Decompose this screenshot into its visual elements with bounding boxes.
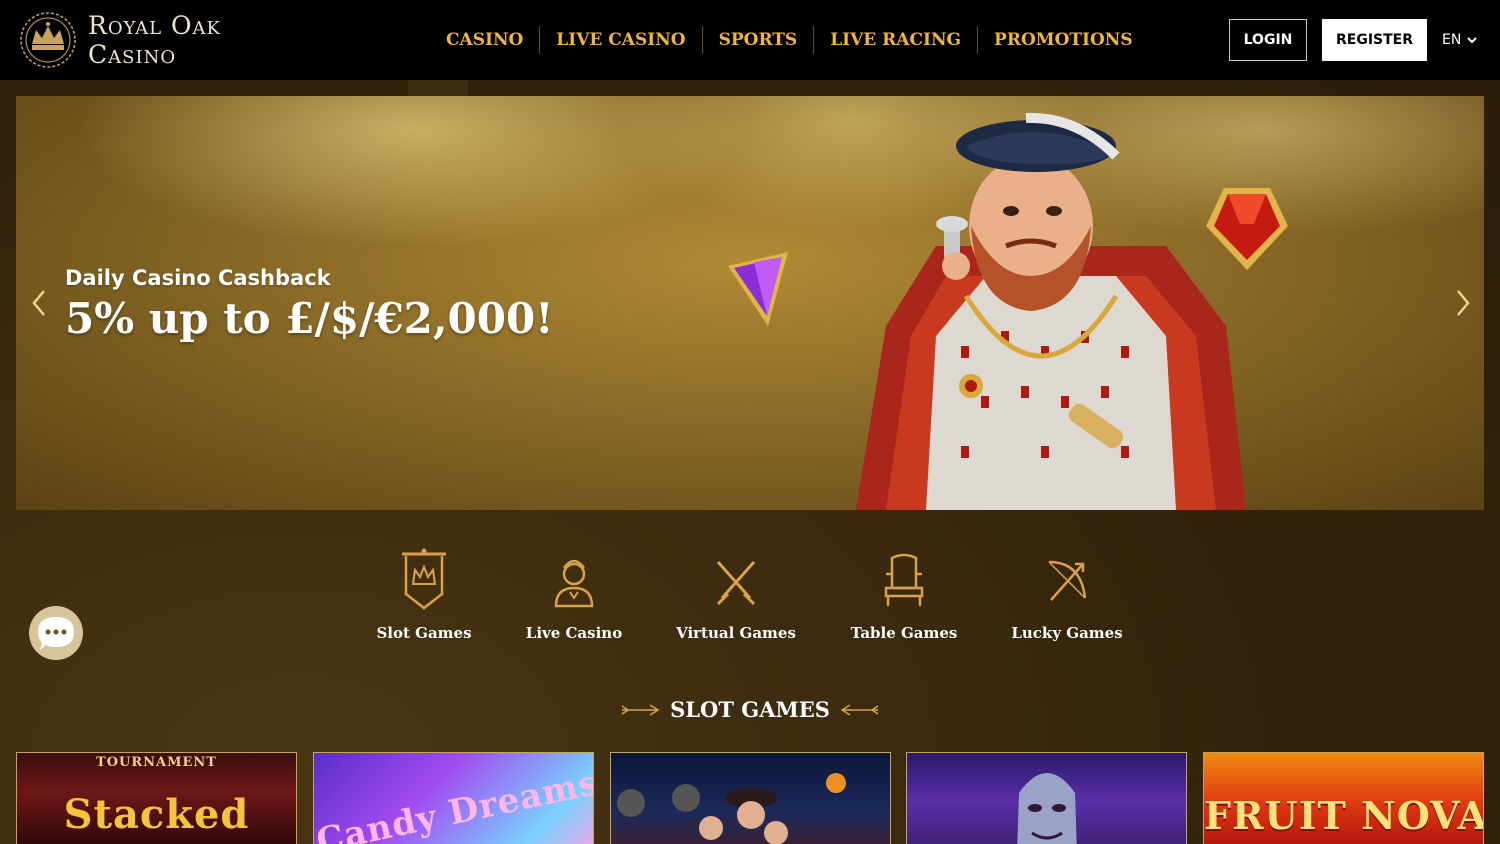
logo-line-1: Royal Oak — [88, 11, 221, 40]
tournament-tag: TOURNAMENT — [96, 755, 217, 770]
banner-crown-icon — [402, 548, 446, 610]
circus-performers-image — [617, 773, 846, 844]
top-header: Royal Oak Casino CASINO LIVE CASINO SPOR… — [0, 0, 1500, 80]
logo-text: Royal Oak Casino — [88, 11, 221, 69]
category-label: Slot Games — [376, 624, 472, 642]
game-tile-stacked[interactable]: TOURNAMENT Stacked — [16, 752, 297, 844]
game-categories: Slot Games Live Casino Virtual Games Tab… — [0, 548, 1500, 658]
login-button[interactable]: LOGIN — [1229, 19, 1307, 61]
logo-line-2: Casino — [88, 40, 177, 69]
king-character-image — [856, 112, 1246, 510]
game-title: FRUIT NOVA — [1204, 793, 1484, 838]
game-tile-candy-dreams[interactable]: Candy Dreams — [313, 752, 594, 844]
language-selector[interactable]: EN — [1442, 30, 1478, 50]
bow-arrow-icon — [1048, 560, 1087, 601]
language-label: EN — [1442, 32, 1462, 48]
promo-banner[interactable]: Daily Casino Cashback 5% up to £/$/€2,00… — [16, 96, 1484, 510]
crown-emblem-icon — [20, 12, 76, 68]
arrow-ornament-left-icon — [621, 703, 660, 716]
category-label: Lucky Games — [1011, 624, 1123, 642]
dealer-icon — [554, 559, 594, 608]
banner-title: 5% up to £/$/€2,000! — [65, 294, 554, 343]
crossed-swords-icon — [716, 561, 756, 606]
game-tile-fruit-nova[interactable]: FRUIT NOVA — [1203, 752, 1484, 844]
category-lucky-games[interactable]: Lucky Games — [997, 548, 1137, 642]
banner-tab-decoration — [408, 80, 468, 96]
arrow-ornament-right-icon — [840, 703, 879, 716]
game-tile-circus[interactable] — [610, 752, 891, 844]
nav-live-racing[interactable]: LIVE RACING — [814, 26, 979, 54]
main-nav: CASINO LIVE CASINO SPORTS LIVE RACING PR… — [430, 26, 1149, 54]
section-title: SLOT GAMES — [670, 697, 830, 722]
nav-sports[interactable]: SPORTS — [703, 26, 815, 54]
carousel-prev-icon[interactable] — [29, 288, 49, 318]
game-title: Stacked — [63, 791, 250, 838]
category-virtual-games[interactable]: Virtual Games — [666, 548, 806, 642]
nav-casino[interactable]: CASINO — [430, 26, 541, 54]
game-tile-villain[interactable] — [906, 752, 1187, 844]
category-live-casino[interactable]: Live Casino — [504, 548, 644, 642]
category-label: Live Casino — [525, 624, 623, 642]
nav-promotions[interactable]: PROMOTIONS — [978, 26, 1149, 54]
register-button[interactable]: REGISTER — [1322, 19, 1427, 61]
nav-live-casino[interactable]: LIVE CASINO — [540, 26, 703, 54]
carousel-next-icon[interactable] — [1453, 288, 1473, 318]
villain-character-image — [1017, 773, 1077, 844]
site-logo[interactable]: Royal Oak Casino — [16, 10, 221, 70]
category-slot-games[interactable]: Slot Games — [354, 548, 494, 642]
game-title: Candy Dreams — [313, 762, 594, 844]
banner-subtitle: Daily Casino Cashback — [65, 266, 331, 290]
throne-icon — [884, 553, 924, 606]
category-label: Table Games — [850, 624, 958, 642]
chevron-down-icon — [1467, 37, 1478, 44]
category-label: Virtual Games — [676, 624, 796, 642]
purple-gem-icon — [728, 252, 788, 326]
slot-games-heading: SLOT GAMES — [0, 697, 1500, 722]
category-table-games[interactable]: Table Games — [834, 548, 974, 642]
